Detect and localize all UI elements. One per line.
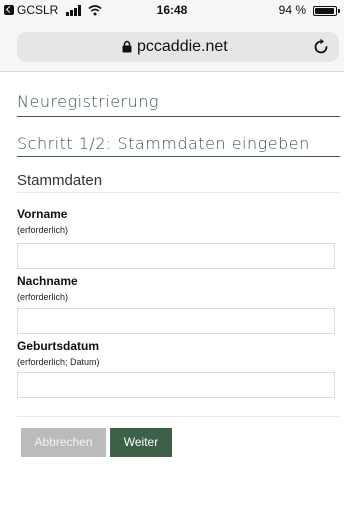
page-title: Neuregistrierung [17,92,340,117]
first-name-input[interactable] [17,243,335,269]
cancel-button[interactable]: Abbrechen [21,428,106,457]
last-name-input[interactable] [17,308,335,334]
first-name-label: Vorname [17,207,68,221]
last-name-hint: (erforderlich) [17,292,69,302]
birthdate-hint: (erforderlich; Datum) [17,357,100,367]
next-button[interactable]: Weiter [110,428,172,457]
reload-icon[interactable] [313,38,330,55]
battery-icon [313,6,340,16]
birthdate-input[interactable] [17,372,335,398]
battery-percent: 94 % [278,3,306,17]
birthdate-label: Geburtsdatum [17,339,100,353]
first-name-hint: (erforderlich) [17,225,69,235]
browser-toolbar: pccaddie.net [0,22,344,72]
divider [17,416,340,417]
lock-icon [122,40,132,53]
url-text: pccaddie.net [137,38,228,55]
address-bar[interactable]: pccaddie.net [17,32,339,62]
step-heading: Schritt 1/2: Stammdaten eingeben [17,134,340,157]
section-heading: Stammdaten [17,172,340,193]
status-bar: GCSLR 16:48 94 % [0,0,344,22]
last-name-label: Nachname [17,274,78,288]
